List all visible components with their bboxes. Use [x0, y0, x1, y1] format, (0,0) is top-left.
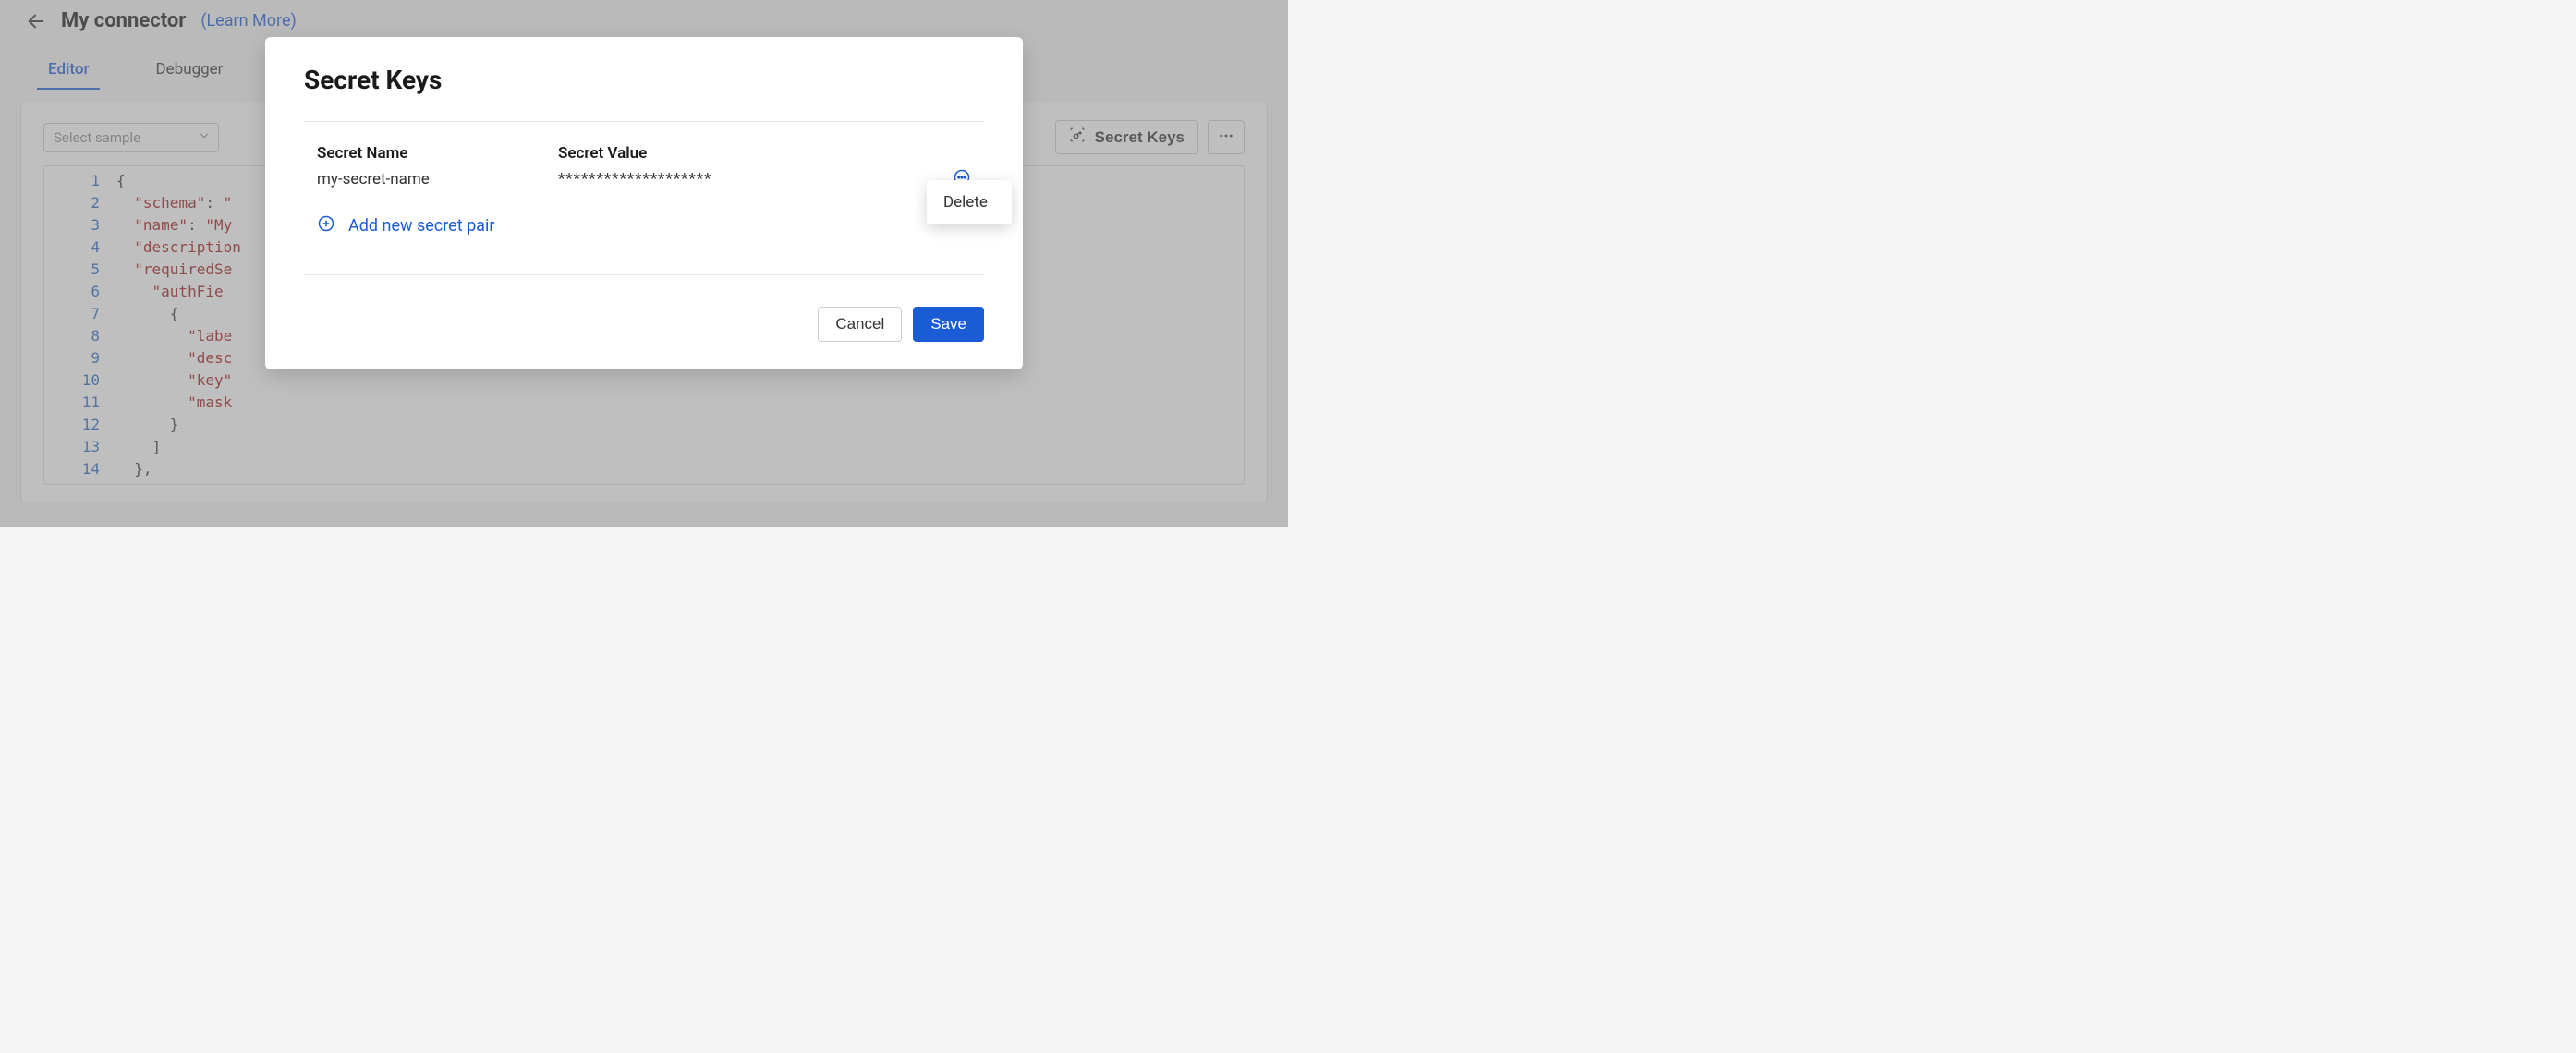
add-secret-pair-button[interactable]: Add new secret pair — [317, 214, 971, 237]
secret-row: my-secret-name ******************** — [317, 168, 971, 190]
secret-keys-modal: Secret Keys Secret Name Secret Value my-… — [265, 37, 1023, 369]
secret-table-header: Secret Name Secret Value — [317, 144, 971, 163]
column-header-value: Secret Value — [558, 144, 971, 163]
modal-overlay[interactable]: Secret Keys Secret Name Secret Value my-… — [0, 0, 1288, 526]
add-secret-label: Add new secret pair — [348, 216, 494, 236]
secrets-section: Secret Name Secret Value my-secret-name … — [304, 122, 984, 247]
modal-footer: Cancel Save — [304, 307, 984, 342]
plus-circle-icon — [317, 214, 335, 237]
secret-name-cell: my-secret-name — [317, 170, 558, 188]
modal-title: Secret Keys — [304, 65, 984, 95]
secret-value-cell: ******************** — [558, 170, 953, 188]
column-header-name: Secret Name — [317, 144, 558, 163]
delete-menu-item[interactable]: Delete — [927, 188, 1012, 217]
save-button[interactable]: Save — [913, 307, 984, 342]
row-context-menu: Delete — [927, 180, 1012, 224]
divider — [304, 274, 984, 275]
cancel-button[interactable]: Cancel — [818, 307, 902, 342]
